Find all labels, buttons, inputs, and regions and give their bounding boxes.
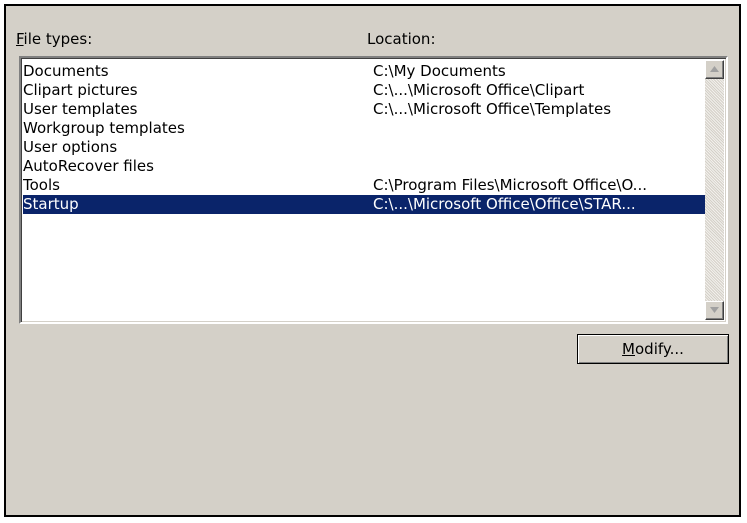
list-item[interactable]: Tools C:\Program Files\Microsoft Office\… xyxy=(23,176,706,195)
scroll-down-button[interactable] xyxy=(705,301,724,320)
list-item[interactable]: AutoRecover files xyxy=(23,157,706,176)
location-cell: C:\...\Microsoft Office\Clipart xyxy=(373,81,585,99)
list-item-selected[interactable]: Startup C:\...\Microsoft Office\Office\S… xyxy=(23,195,706,214)
location-cell: C:\Program Files\Microsoft Office\O... xyxy=(373,176,647,194)
file-type-cell: Tools xyxy=(23,176,60,194)
list-item[interactable]: Clipart pictures C:\...\Microsoft Office… xyxy=(23,81,706,100)
location-cell: C:\...\Microsoft Office\Office\STAR... xyxy=(373,195,636,213)
location-cell: C:\My Documents xyxy=(373,62,506,80)
list-item[interactable]: Documents C:\My Documents xyxy=(23,62,706,81)
file-type-cell: User options xyxy=(23,138,118,156)
scroll-up-button[interactable] xyxy=(705,60,724,79)
list-item[interactable]: User options xyxy=(23,138,706,157)
list-item[interactable]: Workgroup templates xyxy=(23,119,706,138)
list-item[interactable]: User templates C:\...\Microsoft Office\T… xyxy=(23,100,706,119)
modify-accelerator: M xyxy=(622,340,635,358)
file-type-cell: AutoRecover files xyxy=(23,157,154,175)
file-types-accelerator: F xyxy=(16,30,24,48)
file-type-cell: Workgroup templates xyxy=(23,119,185,137)
modify-label: odify... xyxy=(635,340,684,358)
location-header: Location: xyxy=(367,30,436,48)
file-type-cell: Documents xyxy=(23,62,109,80)
file-types-label: ile types: xyxy=(23,30,93,48)
file-type-cell: User templates xyxy=(23,100,138,118)
file-type-cell: Clipart pictures xyxy=(23,81,138,99)
file-types-header: File types: xyxy=(16,30,92,48)
file-type-cell: Startup xyxy=(23,195,79,213)
list-rows: Documents C:\My Documents Clipart pictur… xyxy=(23,62,706,214)
file-locations-list[interactable]: Documents C:\My Documents Clipart pictur… xyxy=(19,56,728,324)
modify-button[interactable]: Modify... xyxy=(577,334,729,364)
location-cell: C:\...\Microsoft Office\Templates xyxy=(373,100,612,118)
arrow-down-icon xyxy=(710,307,719,313)
vertical-scrollbar[interactable] xyxy=(705,60,724,320)
arrow-up-icon xyxy=(710,66,719,72)
file-locations-dialog: File types: Location: Documents C:\My Do… xyxy=(4,4,741,517)
